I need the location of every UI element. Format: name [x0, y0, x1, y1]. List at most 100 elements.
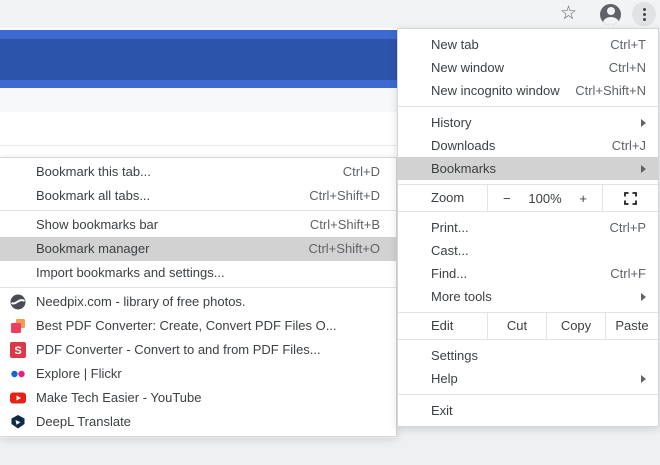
menu-item-help[interactable]: Help	[398, 367, 658, 390]
menu-item-bookmark-all-tabs[interactable]: Bookmark all tabs... Ctrl+Shift+D	[0, 184, 396, 208]
menu-item-show-bookmarks-bar[interactable]: Show bookmarks bar Ctrl+Shift+B	[0, 213, 396, 237]
soda-pdf-icon: S	[10, 342, 26, 358]
page-blue-banner	[0, 30, 397, 88]
bookmark-title: Best PDF Converter: Create, Convert PDF …	[36, 318, 337, 333]
bookmark-title: Needpix.com - library of free photos.	[36, 294, 246, 309]
menu-item-settings[interactable]: Settings	[398, 344, 658, 367]
menu-item-label: New window	[431, 60, 504, 75]
menu-item-label: Settings	[431, 348, 478, 363]
fullscreen-button[interactable]	[603, 185, 658, 211]
submenu-arrow-icon	[641, 292, 646, 301]
menu-item-bookmark-manager[interactable]: Bookmark manager Ctrl+Shift+O	[0, 237, 396, 261]
zoom-label: Zoom	[431, 190, 465, 205]
bookmark-star-icon[interactable]: ☆	[560, 0, 577, 28]
bookmarks-submenu: Bookmark this tab... Ctrl+D Bookmark all t…	[0, 157, 397, 437]
bookmark-item-pdf-converter-convert-to-and-from-pdf-fi[interactable]: S PDF Converter - Convert to and from PDF…	[0, 338, 396, 362]
fullscreen-icon	[624, 191, 637, 205]
menu-item-label: Cast...	[431, 243, 469, 258]
zoom-row: Zoom − 100% +	[398, 185, 658, 211]
shortcut-text: Ctrl+Shift+B	[309, 217, 380, 232]
browser-menu: New tab Ctrl+T New window Ctrl+N New incogni…	[397, 28, 659, 427]
zoom-controls: − 100% +	[487, 185, 603, 211]
browser-toolbar: ☆	[0, 0, 660, 28]
bookmark-title: DeepL Translate	[36, 414, 131, 429]
menu-kebab-icon[interactable]	[632, 2, 656, 26]
edit-label: Edit	[431, 318, 454, 333]
bookmark-item-explore-flickr[interactable]: Explore | Flickr	[0, 362, 396, 386]
menu-section: Print... Ctrl+P Cast... Find... Ctrl+F More t…	[398, 212, 658, 312]
zoom-level-value: 100%	[528, 190, 562, 206]
menu-item-print[interactable]: Print... Ctrl+P	[398, 216, 658, 239]
bookmark-title: Make Tech Easier - YouTube	[36, 390, 202, 405]
menu-item-label: Downloads	[431, 138, 496, 153]
edit-row: Edit Cut Copy Paste	[398, 313, 658, 339]
screenshot-canvas: ☆ New tab Ctrl+T New window Ctrl+N New incog…	[0, 0, 660, 465]
menu-section: Bookmark this tab... Ctrl+D Bookmark all t…	[0, 158, 396, 210]
menu-item-label: Bookmark this tab...	[36, 164, 151, 179]
zoom-out-button[interactable]: −	[503, 191, 511, 206]
profile-avatar-icon[interactable]	[600, 3, 621, 25]
paste-button[interactable]: Paste	[605, 313, 658, 339]
menu-item-find[interactable]: Find... Ctrl+F	[398, 262, 658, 285]
menu-item-label: Bookmarks	[431, 161, 497, 176]
menu-item-import-bookmarks-and-settings[interactable]: Import bookmarks and settings...	[0, 261, 396, 285]
menu-item-cast[interactable]: Cast...	[398, 239, 658, 262]
menu-section: New tab Ctrl+T New window Ctrl+N New incogni…	[398, 29, 658, 106]
shortcut-text: Ctrl+F	[610, 266, 646, 281]
deepl-icon	[10, 414, 26, 430]
menu-item-label: Help	[431, 371, 458, 386]
bookmark-title: Explore | Flickr	[36, 366, 122, 381]
menu-item-label: New incognito window	[431, 83, 560, 98]
menu-item-bookmark-this-tab[interactable]: Bookmark this tab... Ctrl+D	[0, 160, 396, 184]
menu-item-label: Print...	[431, 220, 469, 235]
bookmark-item-needpix-com-library-of-free-photos[interactable]: Needpix.com - library of free photos.	[0, 290, 396, 314]
menu-section: History Downloads Ctrl+J Bookmarks	[398, 107, 658, 184]
menu-item-more-tools[interactable]: More tools	[398, 285, 658, 308]
bookmark-item-best-pdf-converter-create-convert-pdf-fi[interactable]: Best PDF Converter: Create, Convert PDF …	[0, 314, 396, 338]
shortcut-text: Ctrl+Shift+D	[309, 188, 380, 203]
shortcut-text: Ctrl+Shift+N	[575, 83, 646, 98]
menu-section: Needpix.com - library of free photos. Bes…	[0, 288, 396, 436]
page-divider-line	[0, 145, 397, 146]
svg-text:S: S	[14, 345, 21, 357]
menu-item-label: New tab	[431, 37, 479, 52]
submenu-arrow-icon	[641, 164, 646, 173]
pdf-converter-squares-icon	[10, 318, 26, 334]
menu-item-new-tab[interactable]: New tab Ctrl+T	[398, 33, 658, 56]
menu-item-label: Show bookmarks bar	[36, 217, 159, 232]
submenu-arrow-icon	[641, 374, 646, 383]
menu-item-label: Find...	[431, 266, 468, 281]
menu-section: Exit	[398, 395, 658, 426]
menu-item-label: History	[431, 115, 472, 130]
menu-item-label: Exit	[431, 403, 453, 418]
menu-item-label: Import bookmarks and settings...	[36, 265, 225, 280]
shortcut-text: Ctrl+N	[608, 60, 646, 75]
shortcut-text: Ctrl+P	[609, 220, 646, 235]
menu-section: Show bookmarks bar Ctrl+Shift+B Bookmark m…	[0, 211, 396, 287]
shortcut-text: Ctrl+Shift+O	[308, 241, 380, 256]
menu-item-downloads[interactable]: Downloads Ctrl+J	[398, 134, 658, 157]
menu-item-label: Bookmark all tabs...	[36, 188, 151, 203]
shortcut-text: Ctrl+D	[342, 164, 380, 179]
menu-item-bookmarks[interactable]: Bookmarks	[398, 157, 658, 180]
needpix-globe-icon	[10, 294, 26, 310]
menu-item-exit[interactable]: Exit	[398, 399, 658, 422]
menu-item-new-window[interactable]: New window Ctrl+N	[398, 56, 658, 79]
bookmark-item-make-tech-easier-youtube[interactable]: Make Tech Easier - YouTube	[0, 386, 396, 410]
menu-item-new-incognito-window[interactable]: New incognito window Ctrl+Shift+N	[398, 79, 658, 102]
zoom-in-button[interactable]: +	[579, 191, 587, 206]
menu-item-label: Bookmark manager	[36, 241, 150, 256]
menu-item-history[interactable]: History	[398, 111, 658, 134]
flickr-icon	[10, 366, 26, 382]
menu-section: Settings Help	[398, 340, 658, 394]
shortcut-text: Ctrl+J	[611, 138, 646, 153]
shortcut-text: Ctrl+T	[610, 37, 646, 52]
bookmark-item-deepl-translate[interactable]: DeepL Translate	[0, 410, 396, 434]
cut-button[interactable]: Cut	[487, 313, 546, 339]
copy-button[interactable]: Copy	[546, 313, 605, 339]
submenu-arrow-icon	[641, 118, 646, 127]
page-light-band	[0, 88, 397, 112]
bookmark-title: PDF Converter - Convert to and from PDF …	[36, 342, 321, 357]
menu-item-label: More tools	[431, 289, 492, 304]
youtube-icon	[10, 390, 26, 406]
